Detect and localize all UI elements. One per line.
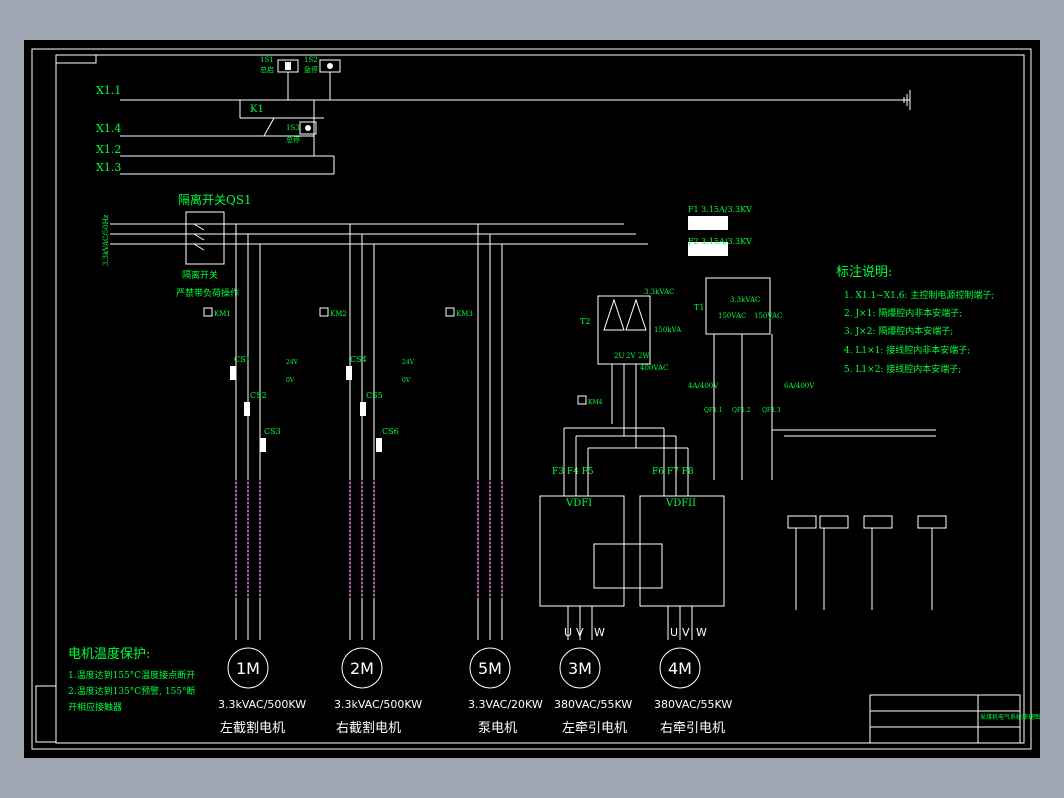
label-1s3: 1S3 bbox=[286, 124, 300, 132]
qs1-switch bbox=[185, 211, 225, 265]
svg-text:3.3kVAC: 3.3kVAC bbox=[644, 288, 674, 296]
svg-text:VDFI: VDFI bbox=[565, 498, 592, 509]
label-1s2-sub: 急停 bbox=[304, 65, 318, 74]
label-cs1: CS1 bbox=[234, 355, 251, 364]
svg-text:24V: 24V bbox=[286, 359, 299, 366]
inner-frame bbox=[55, 54, 1025, 744]
label-k1: K1 bbox=[250, 104, 264, 115]
svg-text:QF1.2: QF1.2 bbox=[732, 407, 751, 414]
svg-text:电机温度保护:: 电机温度保护: bbox=[68, 646, 150, 662]
svg-text:3M: 3M bbox=[568, 659, 592, 678]
label-cs5: CS5 bbox=[366, 391, 383, 400]
svg-text:左牵引电机: 左牵引电机 bbox=[562, 721, 627, 736]
svg-text:泵电机: 泵电机 bbox=[478, 721, 517, 736]
qs1-note1: 隔离开关 bbox=[182, 269, 218, 281]
svg-text:2V: 2V bbox=[626, 352, 636, 360]
svg-text:W: W bbox=[594, 626, 605, 639]
svg-text:T1: T1 bbox=[694, 303, 704, 312]
svg-text:150VAC: 150VAC bbox=[718, 312, 746, 320]
label-x12: X1.2 bbox=[96, 143, 121, 156]
svg-text:1.温度达到155°C温度接点断开: 1.温度达到155°C温度接点断开 bbox=[68, 669, 195, 681]
svg-text:24V: 24V bbox=[402, 359, 415, 366]
control-circuit: X1.1 X1.4 X1.2 X1.3 1S1 总启 1S2 急停 K1 1S3… bbox=[96, 56, 911, 175]
power-bus: 隔离开关QS1 3.3kVAC/50Hz 隔离开关 严禁带负荷操作 KM1 KM… bbox=[102, 192, 648, 640]
motor-2m: 2M 3.3kVAC/500KW 右截割电机 bbox=[334, 647, 422, 736]
legend: 标注说明: 1. X1.1~X1.6: 主控制电源控制端子; 2. J×1: 隔… bbox=[836, 265, 994, 375]
svg-text:0V: 0V bbox=[286, 377, 295, 384]
svg-text:KM4: KM4 bbox=[588, 399, 603, 406]
svg-text:V: V bbox=[576, 626, 584, 639]
label-1s2: 1S2 bbox=[304, 56, 318, 64]
title-block-name: 采煤机电气系统原理图 bbox=[980, 713, 1040, 721]
svg-text:2M: 2M bbox=[350, 659, 374, 678]
label-km1: KM1 bbox=[214, 310, 231, 318]
svg-text:2U: 2U bbox=[614, 352, 624, 360]
schematic-svg: X1.1 X1.4 X1.2 X1.3 1S1 总启 1S2 急停 K1 1S3… bbox=[31, 48, 1040, 750]
svg-text:5. L1×2: 接线腔内本安端子;: 5. L1×2: 接线腔内本安端子; bbox=[844, 363, 961, 375]
svg-text:QF1.3: QF1.3 bbox=[762, 407, 781, 414]
svg-text:2.温度达到135°C预警, 155°断: 2.温度达到135°C预警, 155°断 bbox=[68, 685, 196, 697]
label-1s3-sub: 总停 bbox=[286, 135, 300, 144]
supply-label: 3.3kVAC/50Hz bbox=[102, 214, 110, 266]
motor-4m: 4M 380VAC/55KW 右牵引电机 bbox=[654, 647, 732, 736]
motor-3m: 3M 380VAC/55KW 左牵引电机 bbox=[554, 647, 632, 736]
label-f2: F2 3.15A/3.3KV bbox=[688, 237, 752, 246]
label-cs3: CS3 bbox=[264, 427, 281, 436]
outer-frame bbox=[31, 48, 1032, 750]
label-1s1-sub: 总启 bbox=[260, 65, 274, 74]
svg-text:3.3kVAC/500KW: 3.3kVAC/500KW bbox=[334, 698, 422, 711]
motor-5m: 5M 3.3VAC/20KW 泵电机 bbox=[468, 647, 543, 736]
svg-text:开相应接触器: 开相应接触器 bbox=[68, 701, 122, 713]
svg-text:左截割电机: 左截割电机 bbox=[220, 720, 285, 736]
label-f1: F1 3.15A/3.3KV bbox=[688, 205, 752, 214]
temperature-note: 电机温度保护: 1.温度达到155°C温度接点断开 2.温度达到135°C预警,… bbox=[68, 646, 196, 713]
svg-text:380VAC/55KW: 380VAC/55KW bbox=[554, 698, 632, 711]
svg-text:3.3VAC/20KW: 3.3VAC/20KW bbox=[468, 698, 543, 711]
svg-text:400VAC: 400VAC bbox=[640, 364, 668, 372]
label-cs6: CS6 bbox=[382, 427, 399, 436]
t1-box bbox=[705, 277, 771, 335]
label-x11: X1.1 bbox=[96, 84, 121, 97]
svg-text:右牵引电机: 右牵引电机 bbox=[660, 721, 725, 736]
svg-text:W: W bbox=[696, 626, 707, 639]
svg-text:3.3kVAC/500KW: 3.3kVAC/500KW bbox=[218, 698, 306, 711]
svg-text:380VAC/55KW: 380VAC/55KW bbox=[654, 698, 732, 711]
label-km3: KM3 bbox=[456, 310, 473, 318]
svg-text:2W: 2W bbox=[638, 352, 650, 360]
label-x13: X1.3 bbox=[96, 161, 121, 174]
svg-text:右截割电机: 右截割电机 bbox=[336, 720, 401, 736]
svg-text:4A/400V: 4A/400V bbox=[688, 382, 719, 390]
svg-text:150kVA: 150kVA bbox=[654, 326, 682, 334]
svg-text:1M: 1M bbox=[236, 659, 260, 678]
svg-text:3.3kVAC: 3.3kVAC bbox=[730, 296, 760, 304]
svg-text:4. L1×1: 接线腔内非本安端子;: 4. L1×1: 接线腔内非本安端子; bbox=[844, 344, 970, 356]
label-cs4: CS4 bbox=[350, 355, 367, 364]
svg-text:1. X1.1~X1.6: 主控制电源控制端子;: 1. X1.1~X1.6: 主控制电源控制端子; bbox=[844, 289, 994, 301]
motors: 1M 3.3kVAC/500KW 左截割电机 2M 3.3kVAC/500KW … bbox=[218, 647, 732, 736]
qs1-title: 隔离开关QS1 bbox=[178, 192, 252, 207]
legend-title: 标注说明: bbox=[836, 265, 892, 280]
svg-text:U: U bbox=[564, 626, 572, 639]
motor-1m: 1M 3.3kVAC/500KW 左截割电机 bbox=[218, 647, 306, 736]
svg-text:VDFII: VDFII bbox=[665, 498, 696, 509]
svg-text:2. J×1: 隔爆腔内非本安端子;: 2. J×1: 隔爆腔内非本安端子; bbox=[844, 307, 962, 319]
svg-text:6A/400V: 6A/400V bbox=[784, 382, 815, 390]
drawing-canvas: X1.1 X1.4 X1.2 X1.3 1S1 总启 1S2 急停 K1 1S3… bbox=[24, 40, 1040, 758]
svg-text:U: U bbox=[670, 626, 678, 639]
svg-text:4M: 4M bbox=[668, 659, 692, 678]
svg-text:150VAC: 150VAC bbox=[754, 312, 782, 320]
svg-text:0V: 0V bbox=[402, 377, 411, 384]
qs1-note2: 严禁带负荷操作 bbox=[176, 287, 239, 299]
label-1s1: 1S1 bbox=[260, 56, 274, 64]
svg-text:QF1.1: QF1.1 bbox=[704, 407, 723, 414]
svg-text:T2: T2 bbox=[580, 317, 590, 326]
svg-text:5M: 5M bbox=[478, 659, 502, 678]
label-cs2: CS2 bbox=[250, 391, 267, 400]
label-km2: KM2 bbox=[330, 310, 347, 318]
label-x14: X1.4 bbox=[96, 122, 121, 135]
svg-text:V: V bbox=[682, 626, 690, 639]
svg-text:3. J×2: 隔爆腔内本安端子;: 3. J×2: 隔爆腔内本安端子; bbox=[844, 325, 953, 337]
vfd-units: VDFI VDFII F3 F4 F5 F6 F7 F8 UVW UVW bbox=[539, 427, 725, 640]
